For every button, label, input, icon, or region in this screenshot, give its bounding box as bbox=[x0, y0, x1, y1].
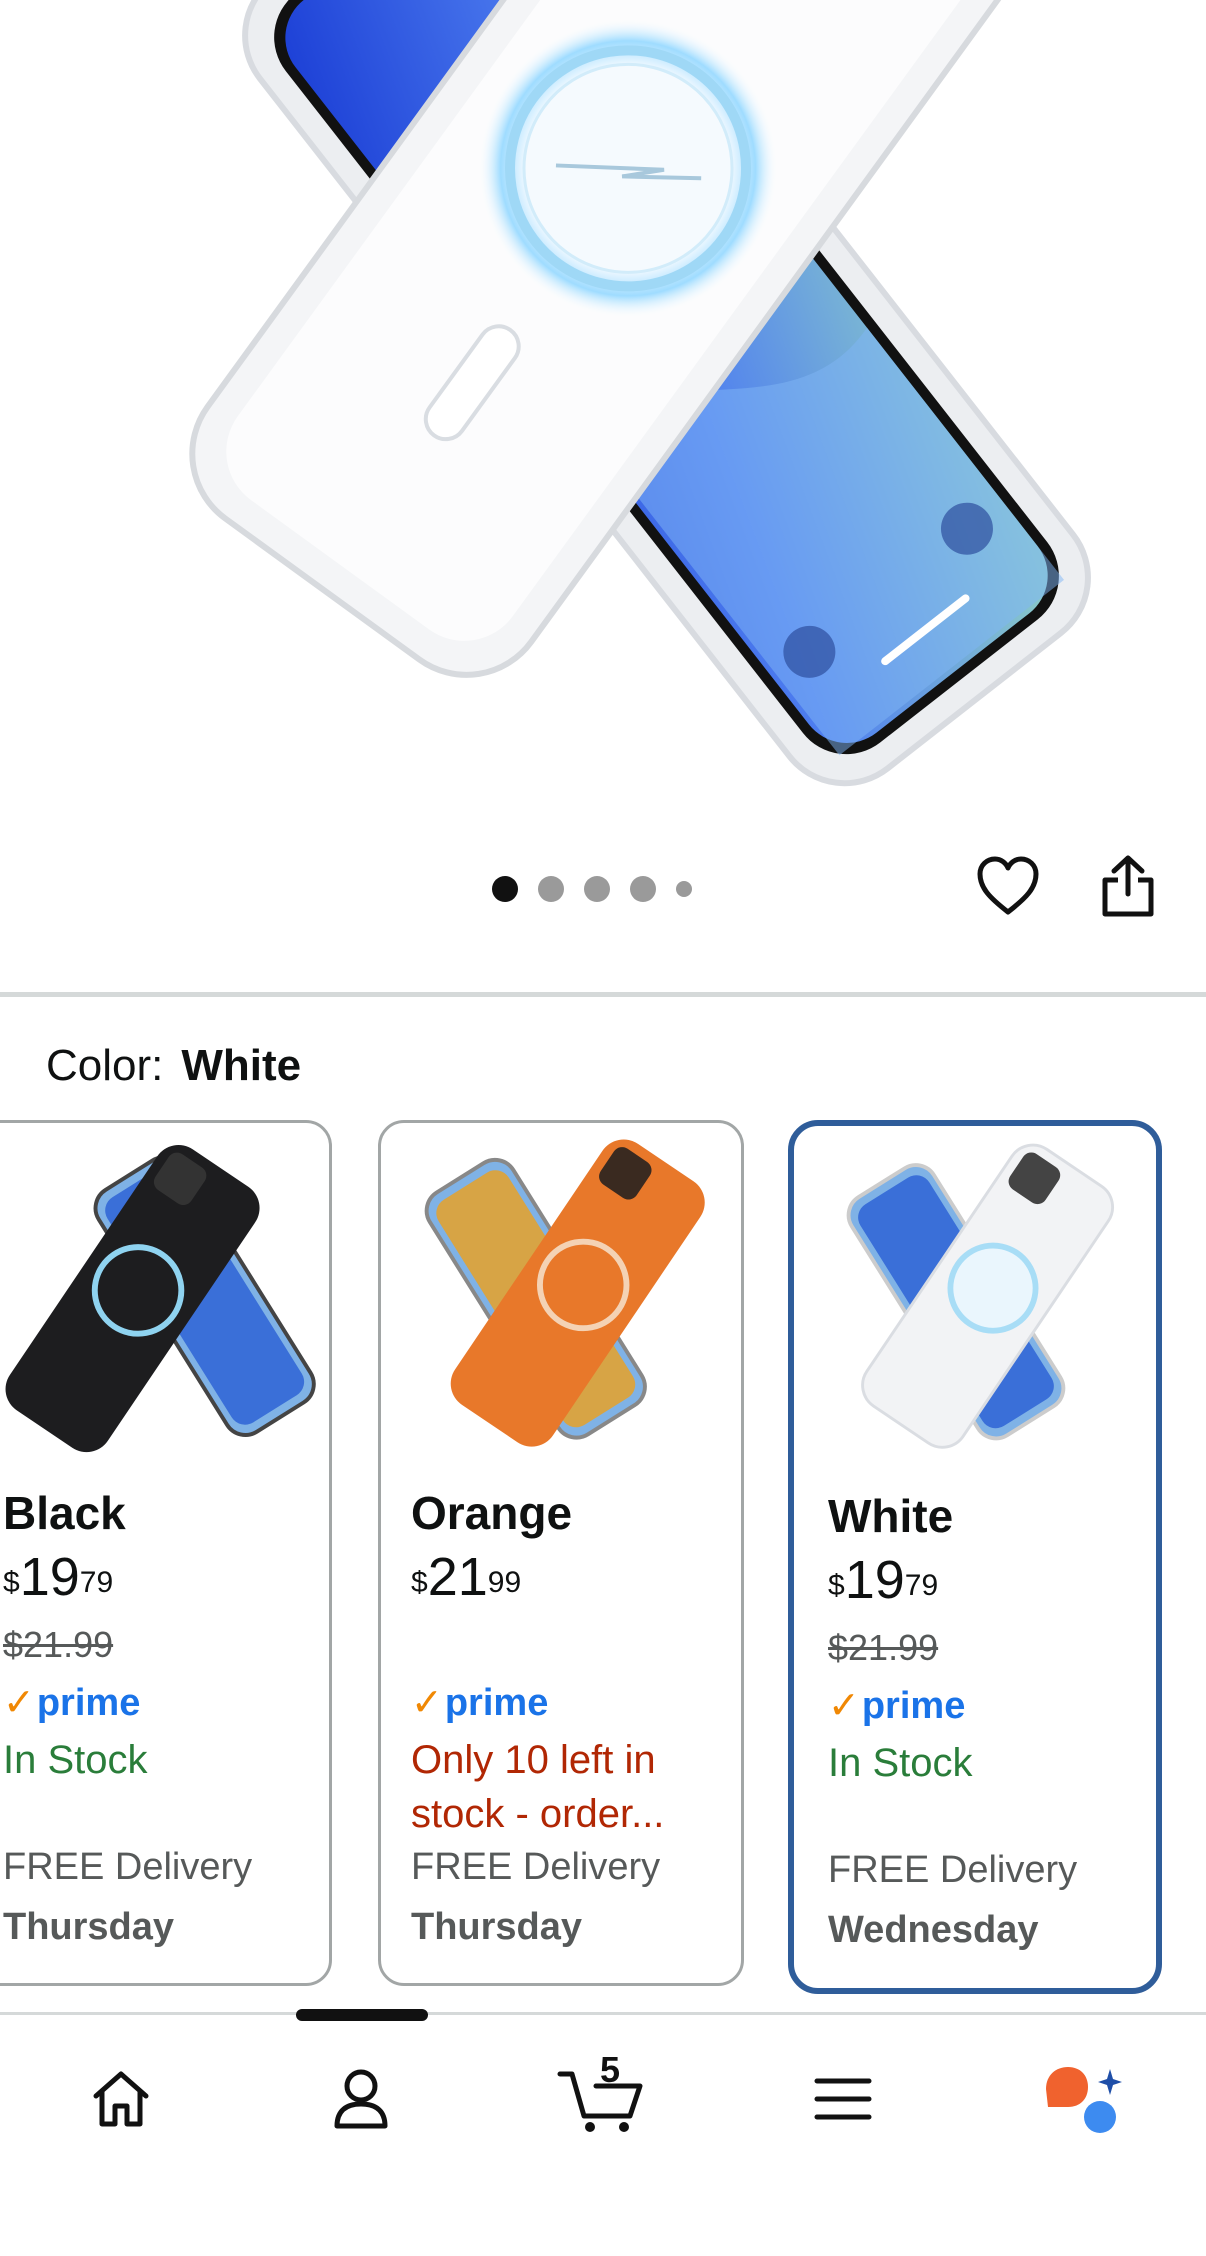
stock-status: Only 10 left in stock - order... bbox=[411, 1738, 665, 1836]
price-cents: 79 bbox=[79, 1566, 114, 1599]
nav-menu[interactable] bbox=[788, 2049, 898, 2149]
price-whole: 19 bbox=[844, 1550, 905, 1610]
home-indicator-area bbox=[0, 2252, 1206, 2256]
selected-color-value: White bbox=[181, 1041, 302, 1090]
menu-icon bbox=[814, 2078, 872, 2120]
wishlist-button[interactable] bbox=[974, 852, 1042, 920]
variant-card-black[interactable]: Black $1979 $21.99 ✓ prime In Stock FREE … bbox=[0, 1120, 332, 1986]
variant-thumbnail bbox=[846, 1143, 1115, 1449]
delivery-day: Thursday bbox=[411, 1906, 583, 1948]
share-button[interactable] bbox=[1094, 852, 1162, 920]
product-image[interactable] bbox=[0, 0, 1206, 840]
delivery-label: FREE Delivery bbox=[411, 1846, 661, 1888]
variant-price: $1979 bbox=[828, 1550, 938, 1610]
account-icon bbox=[334, 2069, 388, 2129]
product-photo-illustration bbox=[189, 0, 1091, 787]
assistant-icon bbox=[1046, 2067, 1122, 2133]
list-price: $21.99 bbox=[828, 1627, 939, 1668]
heart-icon bbox=[977, 856, 1039, 915]
color-selector-label: Color: White bbox=[46, 1040, 301, 1092]
active-tab-indicator bbox=[296, 2009, 428, 2021]
variant-name: Orange bbox=[411, 1487, 573, 1539]
bottom-navigation: 5 bbox=[0, 2009, 1206, 2256]
price-currency: $ bbox=[828, 1569, 845, 1602]
variant-thumbnail bbox=[424, 1139, 705, 1447]
cart-count-badge: 5 bbox=[600, 2049, 621, 2090]
color-label-key: Color: bbox=[46, 1041, 164, 1090]
gallery-dot[interactable] bbox=[676, 881, 692, 897]
gallery-pagination[interactable] bbox=[492, 876, 692, 902]
stock-status: In Stock bbox=[3, 1738, 148, 1782]
prime-badge: ✓ prime bbox=[3, 1679, 140, 1727]
stock-status: In Stock bbox=[828, 1741, 973, 1785]
variant-card-white[interactable]: White $1979 $21.99 ✓ prime In Stock FREE … bbox=[788, 1120, 1162, 1994]
delivery-label: FREE Delivery bbox=[828, 1849, 1078, 1891]
section-divider bbox=[0, 992, 1206, 997]
prime-badge: ✓ prime bbox=[828, 1682, 965, 1730]
nav-assistant[interactable] bbox=[1028, 2049, 1138, 2149]
prime-check-icon: ✓ bbox=[828, 1685, 860, 1727]
home-icon bbox=[93, 2071, 149, 2127]
prime-label: prime bbox=[36, 1682, 141, 1724]
gallery-dot[interactable] bbox=[630, 876, 656, 902]
gallery-dot[interactable] bbox=[492, 876, 518, 902]
prime-check-icon: ✓ bbox=[3, 1682, 35, 1724]
variant-name: Black bbox=[3, 1487, 126, 1539]
price-whole: 21 bbox=[427, 1547, 488, 1607]
share-icon bbox=[1102, 855, 1154, 917]
gallery-dot[interactable] bbox=[538, 876, 564, 902]
prime-label: prime bbox=[444, 1682, 549, 1724]
delivery-day: Thursday bbox=[3, 1906, 175, 1948]
nav-cart[interactable]: 5 bbox=[546, 2049, 656, 2149]
variant-price: $2199 bbox=[411, 1547, 521, 1607]
price-cents: 99 bbox=[487, 1566, 522, 1599]
price-currency: $ bbox=[411, 1566, 428, 1599]
delivery-label: FREE Delivery bbox=[3, 1846, 253, 1888]
variant-price: $1979 bbox=[3, 1547, 113, 1607]
price-currency: $ bbox=[3, 1566, 20, 1599]
price-cents: 79 bbox=[904, 1569, 939, 1602]
prime-label: prime bbox=[861, 1685, 966, 1727]
variant-card-orange[interactable]: Orange $2199 ✓ prime Only 10 left in stoc… bbox=[378, 1120, 744, 1986]
price-whole: 19 bbox=[19, 1547, 80, 1607]
prime-badge: ✓ prime bbox=[411, 1679, 548, 1727]
nav-home[interactable] bbox=[66, 2049, 176, 2149]
gallery-dot[interactable] bbox=[584, 876, 610, 902]
variant-thumbnail bbox=[5, 1145, 316, 1453]
delivery-day: Wednesday bbox=[828, 1909, 1039, 1951]
variant-name: White bbox=[828, 1490, 954, 1542]
nav-account[interactable] bbox=[306, 2049, 416, 2149]
prime-check-icon: ✓ bbox=[411, 1682, 443, 1724]
list-price: $21.99 bbox=[3, 1624, 114, 1665]
